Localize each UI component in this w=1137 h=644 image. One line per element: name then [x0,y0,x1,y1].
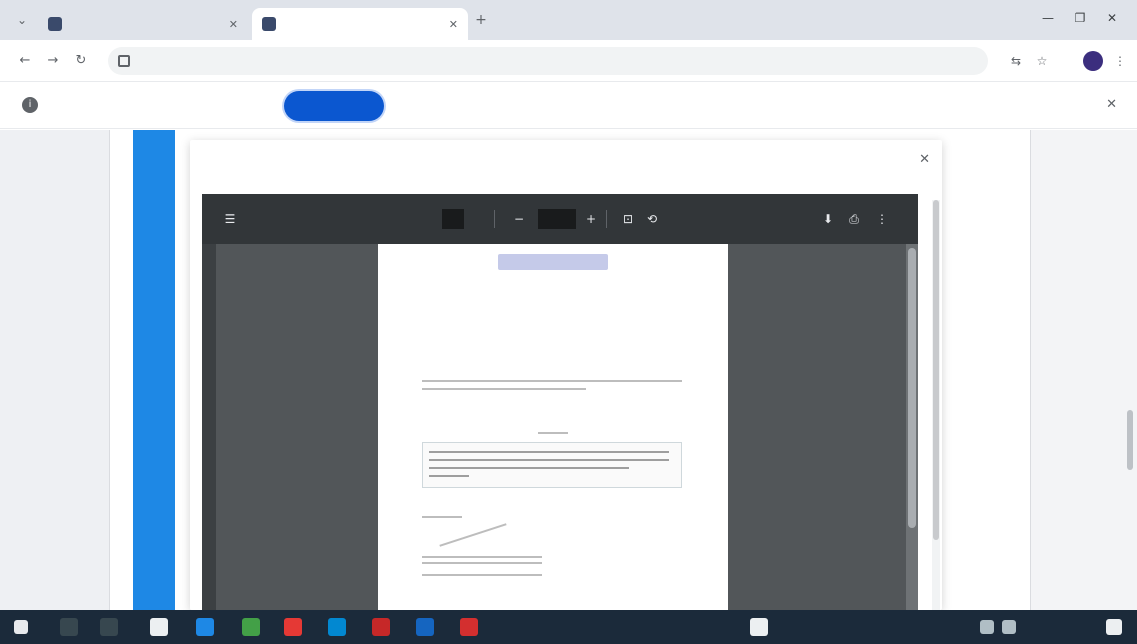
taskbar [0,610,1137,644]
page-left-column [0,130,110,610]
pdf-page-input[interactable] [442,209,464,229]
new-tab-icon[interactable]: + [474,13,488,27]
taskbar-app-icon[interactable] [284,618,302,636]
start-icon[interactable] [14,620,28,634]
pdf-thumbnail-sidebar [202,244,216,610]
document-text-line [429,467,629,469]
blue-side-panel [133,130,175,610]
document-text-line [422,516,462,518]
notification-icon[interactable] [1106,619,1122,635]
divider [606,210,607,228]
volume-icon[interactable] [1002,620,1016,634]
pdf-page-count [468,211,482,227]
pdf-menu-icon[interactable]: ☰ [222,211,238,227]
pdf-scroll-thumb[interactable] [908,248,916,528]
browser-toolbar: ← → ↻ ⇆ ☆ ⋮ [0,40,1137,82]
fit-page-icon[interactable]: ⊡ [620,211,636,227]
info-bar-action-button[interactable] [284,91,384,121]
tab-active[interactable]: ✕ [252,8,468,40]
rotate-icon[interactable]: ⟲ [644,211,660,227]
tab-favicon-icon [262,17,276,31]
info-icon: i [22,97,38,113]
bookmark-star-icon[interactable]: ☆ [1034,53,1050,69]
modal-scroll-thumb[interactable] [933,200,939,540]
document-text-line [538,432,568,434]
tab-favicon-icon [48,17,62,31]
reload-icon[interactable]: ↻ [72,52,90,70]
taskbar-app-icon[interactable] [196,618,214,636]
pdf-page [378,244,728,610]
pdf-zoom-input[interactable] [538,209,576,229]
taskbar-app-icon[interactable] [242,618,260,636]
pdf-toolbar: ☰ − + ⊡ ⟲ ⬇ ⎙ ⋮ [202,194,918,244]
file-explorer-icon[interactable] [150,618,168,636]
document-heading [498,254,608,270]
page-scrollbar[interactable] [1127,410,1133,470]
profile-avatar-icon[interactable] [1083,51,1103,71]
task-view-icon[interactable] [100,618,118,636]
document-text-line [422,574,542,576]
document-text-line [429,475,469,477]
maximize-icon[interactable]: ❐ [1070,10,1090,26]
document-text-line [429,451,669,453]
site-info-icon[interactable] [118,55,130,67]
zoom-out-icon[interactable]: − [512,211,526,227]
document-text-line [422,556,542,558]
taskbar-app-icon[interactable] [328,618,346,636]
document-text-line [422,562,542,564]
taskbar-app-icon[interactable] [372,618,390,636]
document-text-box [422,442,682,488]
modal-close-icon[interactable]: ✕ [919,152,930,167]
document-text-line [429,459,669,461]
tab-close-icon[interactable]: ✕ [449,18,458,31]
pdf-print-icon[interactable]: ⎙ [846,211,862,227]
document-text-line [422,380,682,382]
signature-mark [439,523,507,547]
pdf-more-icon[interactable]: ⋮ [876,211,888,227]
zoom-in-icon[interactable]: + [584,211,598,227]
modal-scrollbar[interactable] [932,200,940,610]
pdf-scrollbar[interactable] [906,244,918,610]
taskbar-app-icon[interactable] [416,618,434,636]
tab-close-icon[interactable]: ✕ [229,18,238,31]
tab-search-icon[interactable]: ⌄ [14,12,30,28]
forward-icon[interactable]: → [44,52,62,70]
search-icon[interactable] [60,618,78,636]
translate-icon[interactable]: ⇆ [1008,53,1024,69]
close-window-icon[interactable]: ✕ [1102,10,1122,26]
taskbar-app-icon[interactable] [750,618,768,636]
taskbar-app-icon[interactable] [460,618,478,636]
divider [494,210,495,228]
menu-kebab-icon[interactable]: ⋮ [1112,53,1128,69]
wifi-icon[interactable] [980,620,994,634]
document-text-line [422,388,586,390]
pdf-download-icon[interactable]: ⬇ [820,211,836,227]
info-bar: i ✕ [0,83,1137,129]
pdf-viewer: ☰ − + ⊡ ⟲ ⬇ ⎙ ⋮ [202,194,918,610]
address-bar[interactable] [108,47,988,75]
document-modal: ✕ ☰ − + ⊡ ⟲ ⬇ ⎙ ⋮ [190,140,942,610]
back-icon[interactable]: ← [16,52,34,70]
tab-inactive[interactable]: ✕ [38,8,248,40]
tab-strip: ⌄ ✕ ✕ + — ❐ ✕ [0,0,1137,40]
page-right-column [1030,130,1137,610]
minimize-icon[interactable]: — [1038,10,1058,26]
info-bar-close-icon[interactable]: ✕ [1106,97,1117,112]
